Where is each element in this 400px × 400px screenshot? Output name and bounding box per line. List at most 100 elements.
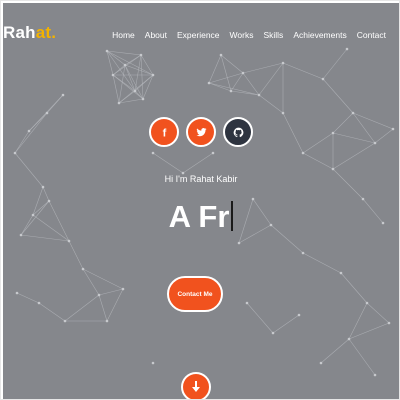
network-node	[345, 47, 349, 51]
page-frame: Rahat. Home About Experience Works Skill…	[0, 0, 400, 400]
network-link	[118, 98, 144, 104]
network-link	[340, 272, 368, 304]
network-node	[37, 301, 41, 305]
network-node	[151, 151, 155, 155]
network-link	[348, 302, 368, 340]
network-link	[98, 288, 124, 296]
network-node	[105, 319, 109, 323]
network-node	[141, 97, 145, 101]
network-node	[219, 53, 223, 57]
network-link	[320, 338, 350, 364]
network-node	[207, 81, 211, 85]
network-link	[242, 62, 284, 74]
network-node	[241, 71, 245, 75]
network-node	[387, 321, 391, 325]
network-link	[38, 302, 66, 322]
network-node	[211, 151, 215, 155]
network-link	[208, 82, 232, 92]
network-link	[182, 152, 214, 174]
network-node	[297, 313, 301, 317]
network-node	[347, 337, 351, 341]
network-node	[117, 101, 121, 105]
network-link	[118, 90, 136, 104]
arrow-down-icon	[192, 381, 200, 392]
network-node	[121, 287, 125, 291]
network-link	[98, 294, 108, 322]
typed-headline: A Fr	[3, 199, 399, 235]
network-link	[124, 64, 144, 100]
network-node	[319, 361, 323, 365]
network-link	[208, 54, 222, 84]
network-node	[331, 167, 335, 171]
network-link	[366, 302, 390, 324]
facebook-button[interactable]: f	[149, 117, 179, 147]
brand-dot: .	[51, 23, 57, 42]
network-node	[67, 239, 71, 243]
nav-about[interactable]: About	[140, 30, 172, 40]
network-node	[351, 111, 355, 115]
network-link	[282, 62, 324, 80]
network-node	[105, 49, 109, 53]
network-link	[68, 240, 84, 270]
svg-text:f: f	[162, 127, 166, 138]
contact-me-button[interactable]: Contact Me	[167, 276, 223, 312]
network-node	[63, 319, 67, 323]
network-node	[339, 271, 343, 275]
nav-home[interactable]: Home	[107, 30, 140, 40]
network-link	[302, 252, 342, 274]
nav-achievements[interactable]: Achievements	[288, 30, 351, 40]
network-link	[106, 50, 142, 56]
network-node	[133, 89, 137, 93]
network-link	[322, 78, 354, 114]
network-node	[301, 151, 305, 155]
twitter-button[interactable]	[186, 117, 216, 147]
nav-works[interactable]: Works	[225, 30, 259, 40]
network-link	[208, 72, 244, 84]
network-link	[348, 322, 390, 340]
network-node	[151, 361, 155, 365]
network-node	[41, 185, 45, 189]
network-node	[123, 63, 127, 67]
network-link	[142, 74, 154, 100]
network-link	[106, 50, 136, 92]
network-node	[237, 241, 241, 245]
network-link	[106, 288, 124, 322]
network-node	[373, 373, 377, 377]
network-link	[220, 54, 232, 92]
network-node	[81, 267, 85, 271]
network-link	[272, 314, 300, 334]
network-node	[229, 89, 233, 93]
network-node	[257, 93, 261, 97]
network-link	[112, 54, 142, 76]
network-node	[15, 291, 19, 295]
network-link	[64, 294, 100, 322]
network-link	[348, 338, 376, 376]
network-node	[139, 53, 143, 57]
network-link	[152, 152, 184, 174]
nav-contact[interactable]: Contact	[352, 30, 391, 40]
network-node	[97, 293, 101, 297]
github-icon	[233, 127, 243, 137]
network-link	[220, 54, 244, 74]
nav-skills[interactable]: Skills	[258, 30, 288, 40]
github-button[interactable]	[223, 117, 253, 147]
network-link	[302, 152, 334, 170]
network-node	[45, 111, 49, 115]
network-node	[61, 93, 65, 97]
network-node	[271, 331, 275, 335]
network-node	[151, 73, 155, 77]
twitter-icon	[195, 127, 207, 136]
network-link	[16, 292, 40, 304]
typing-caret	[231, 201, 234, 231]
hero-section: Rahat. Home About Experience Works Skill…	[3, 3, 399, 399]
facebook-icon: f	[162, 127, 166, 138]
network-link	[118, 74, 154, 104]
brand-logo[interactable]: Rahat.	[3, 23, 56, 43]
network-link	[246, 302, 274, 334]
scroll-down-button[interactable]	[181, 372, 211, 399]
social-links: f	[3, 117, 399, 147]
network-link	[258, 94, 284, 114]
brand-accent: at	[35, 23, 52, 42]
nav-experience[interactable]: Experience	[172, 30, 225, 40]
network-node	[365, 301, 369, 305]
